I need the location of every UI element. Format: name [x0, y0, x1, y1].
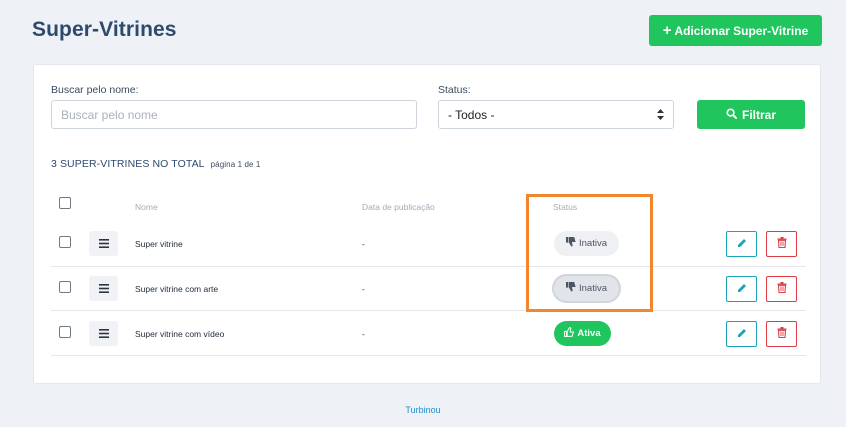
trash-icon	[777, 235, 787, 253]
status-badge-label: Ativa	[577, 328, 601, 339]
menu-icon	[98, 280, 109, 298]
status-select[interactable]: - Todos -	[438, 100, 674, 129]
status-badge-label: Inativa	[579, 283, 607, 294]
add-button-label: Adicionar Super-Vitrine	[674, 23, 809, 38]
thumbs-down-icon	[566, 282, 576, 295]
select-all-checkbox[interactable]	[59, 197, 71, 209]
total-count-text: 3 SUPER-VITRINES NO TOTAL	[51, 158, 205, 170]
row-checkbox[interactable]	[59, 326, 71, 338]
select-arrows-icon	[657, 109, 664, 120]
drag-handle[interactable]	[89, 276, 118, 301]
row-date: -	[362, 239, 365, 249]
thumbs-down-icon	[566, 237, 576, 250]
status-badge-inactive[interactable]: Inativa	[554, 231, 619, 256]
delete-button[interactable]	[766, 231, 797, 257]
status-badge-inactive[interactable]: Inativa	[554, 276, 619, 301]
column-header-name: Nome	[135, 202, 158, 212]
filter-button-label: Filtrar	[741, 107, 776, 122]
row-date: -	[362, 284, 365, 294]
pagination-text: página 1 de 1	[210, 160, 261, 169]
edit-button[interactable]	[726, 231, 757, 257]
delete-button[interactable]	[766, 321, 797, 347]
row-name: Super vitrine com vídeo	[135, 329, 225, 339]
pencil-icon	[737, 280, 747, 298]
pencil-icon	[737, 235, 747, 253]
row-name: Super vitrine	[135, 239, 183, 249]
row-checkbox[interactable]	[59, 281, 71, 293]
menu-icon	[98, 235, 109, 253]
status-badge-label: Inativa	[579, 238, 607, 249]
column-header-date: Data de publicação	[362, 202, 435, 212]
row-checkbox[interactable]	[59, 236, 71, 248]
search-input[interactable]	[51, 100, 417, 129]
row-date: -	[362, 329, 365, 339]
delete-button[interactable]	[766, 276, 797, 302]
drag-handle[interactable]	[89, 321, 118, 346]
thumbs-up-icon	[564, 327, 575, 340]
plus-icon: +	[662, 22, 672, 39]
add-super-vitrine-button[interactable]: + Adicionar Super-Vitrine	[649, 15, 822, 46]
page-title: Super-Vitrines	[32, 18, 177, 41]
drag-handle[interactable]	[89, 231, 118, 256]
status-badge-active[interactable]: Ativa	[554, 321, 611, 346]
search-icon	[726, 107, 737, 122]
pencil-icon	[737, 325, 747, 343]
menu-icon	[98, 325, 109, 343]
total-count: 3 SUPER-VITRINES NO TOTAL página 1 de 1	[51, 158, 260, 170]
trash-icon	[777, 280, 787, 298]
row-divider	[51, 310, 806, 311]
footer-brand: Turbinou	[405, 405, 441, 415]
content-card: Buscar pelo nome: Status: - Todos - Filt…	[33, 64, 821, 384]
edit-button[interactable]	[726, 276, 757, 302]
row-name: Super vitrine com arte	[135, 284, 219, 294]
edit-button[interactable]	[726, 321, 757, 347]
status-label: Status:	[438, 84, 471, 96]
column-header-status: Status	[553, 202, 578, 212]
trash-icon	[777, 325, 787, 343]
row-divider	[51, 355, 806, 356]
search-label: Buscar pelo nome:	[51, 84, 139, 96]
row-divider	[51, 266, 806, 267]
status-select-value: - Todos -	[448, 107, 495, 122]
filter-button[interactable]: Filtrar	[697, 100, 805, 129]
